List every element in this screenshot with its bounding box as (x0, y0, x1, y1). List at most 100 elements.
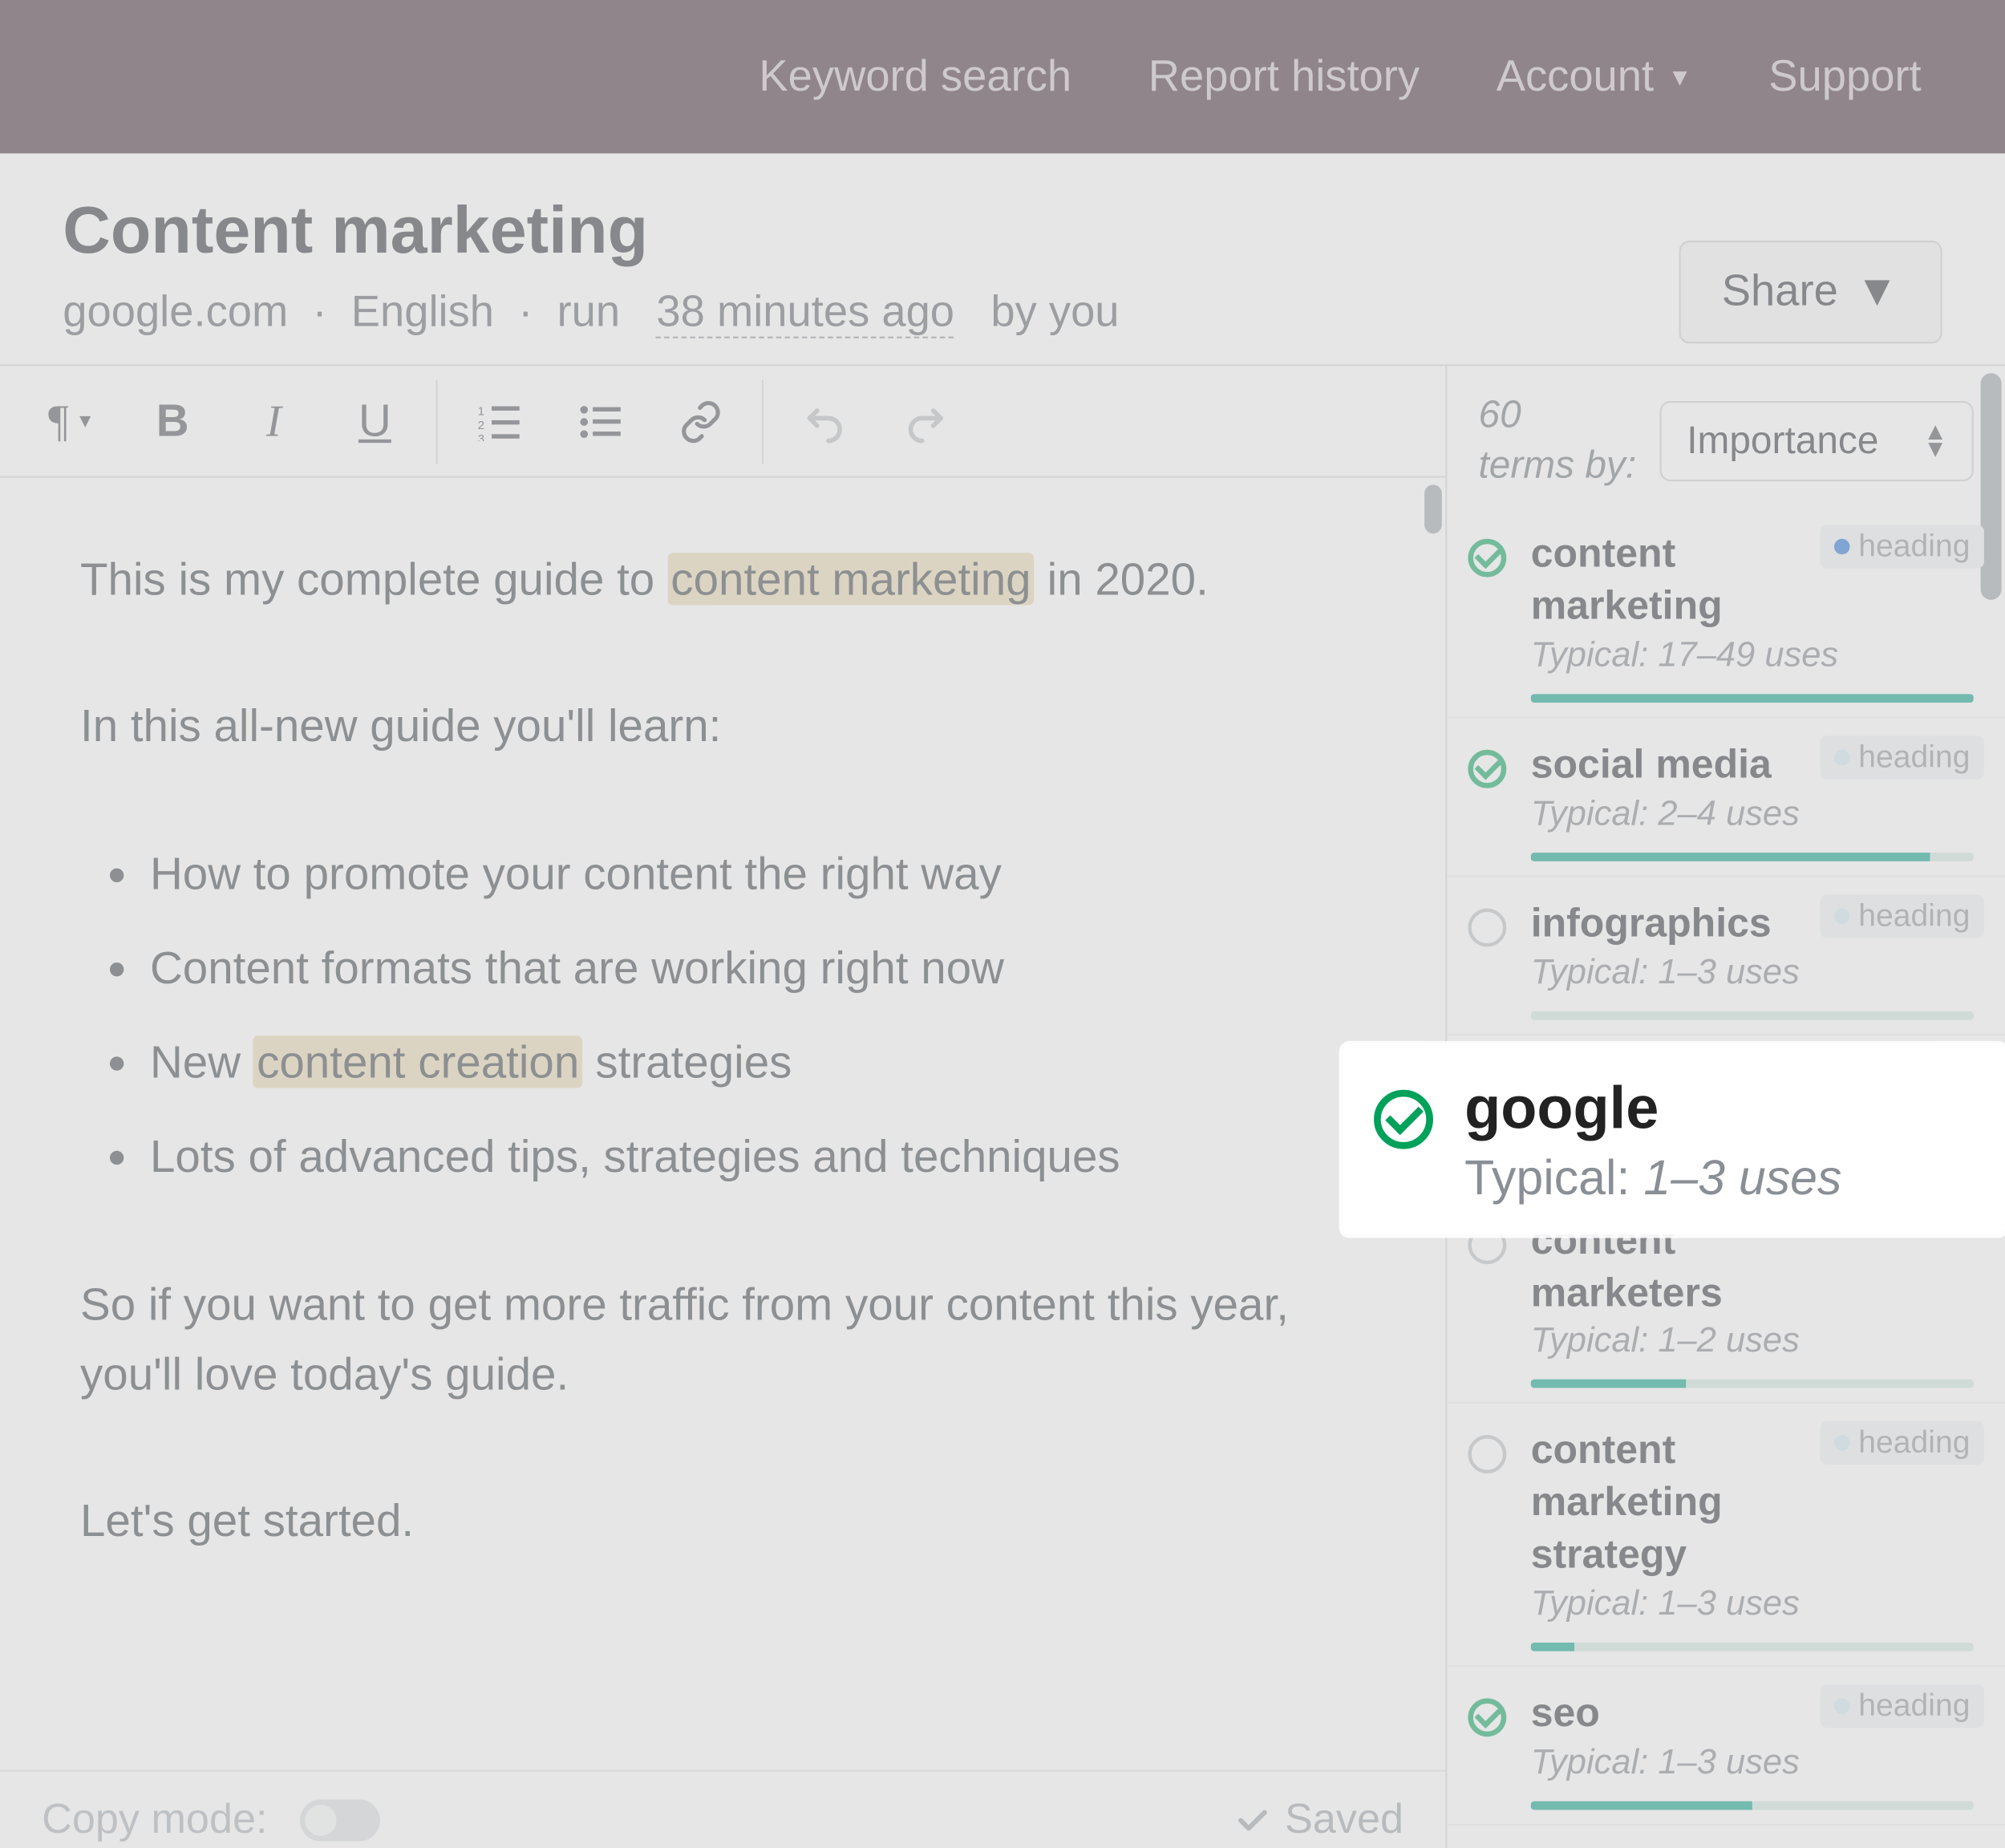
nav-report-history[interactable]: Report history (1148, 51, 1420, 102)
chevron-down-icon: ▼ (1856, 267, 1899, 318)
meta-by: by you (990, 288, 1119, 337)
highlight-term-name: google (1464, 1076, 1970, 1144)
redo-icon (903, 399, 949, 444)
toolbar-separator (435, 379, 437, 463)
badge-label: heading (1858, 529, 1970, 565)
term-progress (1531, 1011, 1974, 1019)
heading-badge: heading (1820, 894, 1984, 938)
link-icon (678, 399, 724, 444)
ordered-list-button[interactable]: 1 2 3 (448, 379, 549, 463)
sort-value: Importance (1687, 418, 1878, 464)
heading-badge: heading (1820, 525, 1984, 569)
badge-label: heading (1858, 1688, 1970, 1725)
sort-select[interactable]: Importance ▲▼ (1661, 400, 1974, 480)
highlight-term-sub: Typical: 1–3 uses (1464, 1151, 1970, 1207)
italic-icon: I (266, 395, 282, 447)
underline-icon: U (358, 394, 391, 448)
copy-mode-control: Copy mode: (42, 1795, 380, 1844)
unordered-list-icon (579, 402, 621, 440)
paragraph: In this all-new guide you'll learn: (80, 691, 1365, 762)
chevron-down-icon: ▼ (1668, 63, 1692, 91)
check-circle-icon (1374, 1090, 1433, 1149)
term-item[interactable]: heading content marketing Typical: 17–49… (1447, 508, 2005, 719)
pilcrow-icon: ¶ (48, 395, 69, 447)
term-item[interactable]: heading content marketing strategy Typic… (1447, 1404, 2005, 1668)
editor-pane: ¶ ▼ B I U 1 2 3 (0, 367, 1447, 1848)
text: Typical: (1464, 1151, 1630, 1205)
highlight-term-card[interactable]: google Typical: 1–3 uses (1343, 1044, 2005, 1234)
term-sub: Typical: 1–3 uses (1531, 954, 1974, 994)
heading-badge: heading (1820, 1684, 1984, 1728)
list-item: Content formats that are working right n… (150, 933, 1365, 1003)
term-progress (1531, 1801, 1974, 1810)
term-item[interactable]: heading social media Typical: 2–4 uses (1447, 719, 2005, 877)
page-title: Content marketing (63, 195, 1119, 270)
sort-caret-icon: ▲▼ (1923, 424, 1947, 458)
toolbar-separator (762, 379, 764, 463)
paragraph: This is my complete guide to content mar… (80, 544, 1365, 614)
badge-dot-icon (1834, 1699, 1850, 1715)
meta-run-prefix: run (557, 288, 620, 337)
badge-dot-icon (1834, 908, 1850, 924)
share-label: Share (1722, 267, 1838, 318)
term-item[interactable]: heading seo Typical: 1–3 uses (1447, 1667, 2005, 1826)
underline-button[interactable]: U (324, 379, 425, 463)
scrollbar-thumb[interactable] (1424, 484, 1442, 533)
list-item: New content creation strategies (150, 1027, 1365, 1098)
term-progress (1531, 694, 1974, 703)
highlighted-term: content marketing (667, 553, 1035, 605)
text: in 2020. (1035, 553, 1209, 605)
unordered-list-button[interactable] (549, 379, 650, 463)
empty-circle-icon (1468, 908, 1506, 946)
chevron-down-icon: ▼ (75, 411, 95, 432)
copy-mode-toggle[interactable] (300, 1800, 380, 1842)
highlighted-term: content creation (253, 1036, 583, 1088)
term-sub: Typical: 1–3 uses (1531, 1744, 1974, 1784)
term-sub: Typical: 1–3 uses (1531, 1585, 1974, 1625)
check-icon (1233, 1801, 1271, 1839)
check-circle-icon (1468, 1699, 1506, 1737)
check-circle-icon (1468, 539, 1506, 578)
editor-footer: Copy mode: Saved (0, 1770, 1445, 1848)
terms-count-label: terms by: (1478, 442, 1636, 485)
page-header: Content marketing google.com · English ·… (0, 153, 2005, 364)
page-meta: google.com · English · run 38 minutes ag… (63, 288, 1119, 338)
share-button[interactable]: Share ▼ (1678, 241, 1942, 343)
saved-status: Saved (1233, 1795, 1404, 1844)
nav-support[interactable]: Support (1768, 51, 1921, 102)
meta-domain: google.com (63, 288, 288, 337)
bold-button[interactable]: B (122, 379, 223, 463)
badge-label: heading (1858, 1425, 1970, 1462)
term-sub: Typical: 1–2 uses (1531, 1323, 1974, 1363)
term-item[interactable]: heading infographics Typical: 1–3 uses (1447, 877, 2005, 1035)
editor-body[interactable]: This is my complete guide to content mar… (0, 478, 1445, 1770)
text: New (150, 1036, 253, 1088)
link-button[interactable] (650, 379, 751, 463)
italic-button[interactable]: I (223, 379, 324, 463)
nav-account-label: Account (1497, 51, 1654, 102)
badge-label: heading (1858, 898, 1970, 934)
undo-button[interactable] (774, 379, 875, 463)
editor-toolbar: ¶ ▼ B I U 1 2 3 (0, 367, 1445, 478)
term-sub: Typical: 2–4 uses (1531, 795, 1974, 835)
bullet-list: How to promote your content the right wa… (150, 838, 1365, 1193)
text: 1–3 uses (1643, 1151, 1841, 1205)
copy-mode-label: Copy mode: (42, 1795, 267, 1842)
badge-dot-icon (1834, 750, 1850, 766)
svg-text:2: 2 (478, 418, 484, 432)
term-progress (1531, 853, 1974, 861)
redo-button[interactable] (875, 379, 976, 463)
svg-text:1: 1 (478, 403, 484, 417)
meta-run-time[interactable]: 38 minutes ago (656, 288, 954, 338)
meta-language: English (351, 288, 494, 337)
paragraph: Let's get started. (80, 1486, 1365, 1557)
terms-count-number: 60 (1478, 392, 1521, 436)
svg-text:3: 3 (478, 432, 484, 440)
check-circle-icon (1468, 750, 1506, 788)
top-nav: Keyword search Report history Account ▼ … (0, 0, 2005, 153)
nav-keyword-search[interactable]: Keyword search (759, 51, 1071, 102)
paragraph-style-button[interactable]: ¶ ▼ (21, 379, 122, 463)
nav-account[interactable]: Account ▼ (1497, 51, 1692, 102)
sidebar-header: 60 terms by: Importance ▲▼ (1447, 367, 2005, 508)
heading-badge: heading (1820, 736, 1984, 779)
